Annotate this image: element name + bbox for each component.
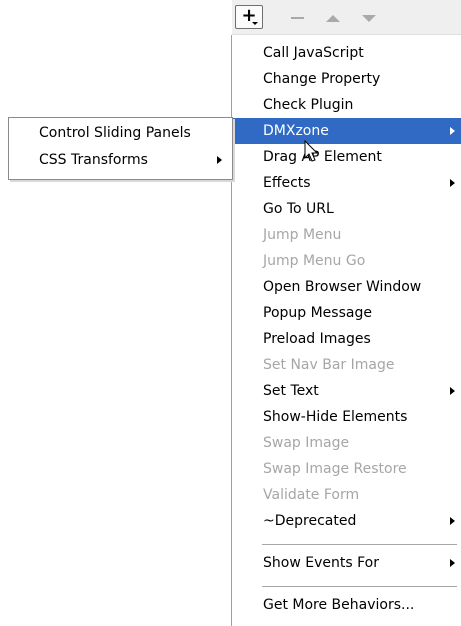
- menu-item-set-nav-bar-image[interactable]: Set Nav Bar Image: [232, 352, 461, 378]
- menu-item-validate-form[interactable]: Validate Form: [232, 482, 461, 508]
- menu-item-swap-image[interactable]: Swap Image: [232, 430, 461, 456]
- menu-item-drag-ap-element[interactable]: Drag AP Element: [232, 144, 461, 170]
- menu-item-popup-message[interactable]: Popup Message: [232, 300, 461, 326]
- move-down-button[interactable]: [356, 7, 382, 29]
- menu-item-call-javascript[interactable]: Call JavaScript: [232, 40, 461, 66]
- submenu-item-label: Control Sliding Panels: [39, 125, 191, 141]
- menu-item-label: ~Deprecated: [263, 513, 357, 529]
- menu-item-label: Preload Images: [263, 331, 371, 347]
- menu-separator: [262, 544, 457, 545]
- menu-item-show-hide-elements[interactable]: Show-Hide Elements: [232, 404, 461, 430]
- menu-item-jump-menu-go[interactable]: Jump Menu Go: [232, 248, 461, 274]
- menu-item-check-plugin[interactable]: Check Plugin: [232, 92, 461, 118]
- submenu-item-label: CSS Transforms: [39, 152, 148, 168]
- menu-item-swap-image-restore[interactable]: Swap Image Restore: [232, 456, 461, 482]
- menu-item-preload-images[interactable]: Preload Images: [232, 326, 461, 352]
- menu-item-get-more-behaviors[interactable]: Get More Behaviors...: [232, 592, 461, 618]
- menu-item-label: Jump Menu Go: [263, 253, 366, 269]
- arrow-up-icon: [326, 14, 340, 22]
- menu-item-label: Swap Image: [263, 435, 350, 451]
- menu-item-label: Check Plugin: [263, 97, 354, 113]
- dropdown-caret-icon: [252, 22, 258, 25]
- menu-separator: [262, 586, 457, 587]
- menu-item-set-text[interactable]: Set Text: [232, 378, 461, 404]
- menu-item-label: Show Events For: [263, 555, 379, 571]
- submenu-arrow-icon: [450, 517, 455, 525]
- remove-behavior-button[interactable]: [284, 7, 310, 29]
- menu-item-label: Get More Behaviors...: [263, 597, 415, 613]
- menu-item-change-property[interactable]: Change Property: [232, 66, 461, 92]
- menu-item-show-events-for[interactable]: Show Events For: [232, 550, 461, 576]
- menu-item-dmxzone[interactable]: DMXzone: [232, 118, 461, 144]
- menu-item-label: Drag AP Element: [263, 149, 382, 165]
- add-behavior-button[interactable]: +: [235, 5, 263, 29]
- menu-item-label: Jump Menu: [263, 227, 342, 243]
- submenu-arrow-icon: [450, 559, 455, 567]
- behaviors-menu: Call JavaScript Change Property Check Pl…: [231, 35, 461, 626]
- submenu-item-css-transforms[interactable]: CSS Transforms: [9, 147, 232, 173]
- submenu-arrow-icon: [217, 156, 222, 164]
- submenu-item-control-sliding-panels[interactable]: Control Sliding Panels: [9, 120, 232, 146]
- submenu-arrow-icon: [450, 387, 455, 395]
- menu-item-open-browser-window[interactable]: Open Browser Window: [232, 274, 461, 300]
- menu-item-jump-menu[interactable]: Jump Menu: [232, 222, 461, 248]
- menu-item-label: Set Text: [263, 383, 319, 399]
- menu-item-label: Go To URL: [263, 201, 334, 217]
- menu-item-label: Set Nav Bar Image: [263, 357, 395, 373]
- menu-item-label: Change Property: [263, 71, 381, 87]
- menu-item-deprecated[interactable]: ~Deprecated: [232, 508, 461, 534]
- behaviors-toolbar: +: [232, 0, 461, 35]
- menu-item-label: Show-Hide Elements: [263, 409, 408, 425]
- menu-item-label: Validate Form: [263, 487, 360, 503]
- menu-item-go-to-url[interactable]: Go To URL: [232, 196, 461, 222]
- minus-icon: [290, 17, 304, 19]
- submenu-arrow-icon: [450, 127, 455, 135]
- arrow-down-icon: [362, 14, 376, 22]
- menu-item-label: DMXzone: [263, 123, 329, 139]
- mouse-pointer-icon: [304, 140, 319, 162]
- dmxzone-submenu: Control Sliding Panels CSS Transforms: [8, 117, 233, 180]
- menu-item-label: Open Browser Window: [263, 279, 422, 295]
- menu-item-effects[interactable]: Effects: [232, 170, 461, 196]
- menu-item-label: Call JavaScript: [263, 45, 364, 61]
- menu-item-label: Swap Image Restore: [263, 461, 407, 477]
- menu-item-label: Popup Message: [263, 305, 372, 321]
- submenu-arrow-icon: [450, 179, 455, 187]
- move-up-button[interactable]: [320, 7, 346, 29]
- menu-item-label: Effects: [263, 175, 311, 191]
